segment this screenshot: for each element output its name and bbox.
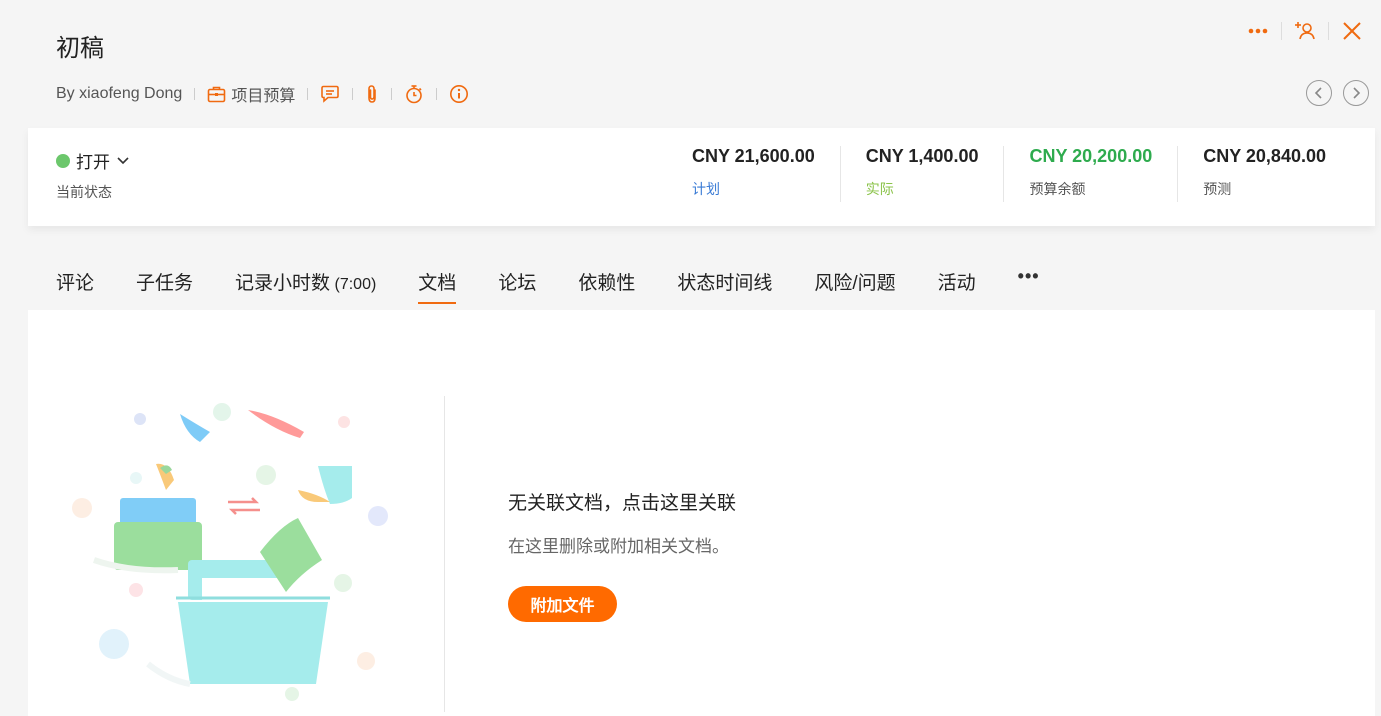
status-value: 打开 <box>76 153 110 172</box>
status-dropdown[interactable]: 打开 <box>56 148 130 173</box>
empty-state-description: 在这里删除或附加相关文档。 <box>508 537 729 556</box>
tab-hours-count: (7:00) <box>330 276 377 293</box>
metric-label: 实际 <box>865 181 894 197</box>
paperclip-icon <box>368 85 377 103</box>
tab-label: 依赖性 <box>578 273 636 294</box>
tab-risks-issues[interactable]: 风险/问题 <box>814 268 895 304</box>
tab-activity[interactable]: 活动 <box>938 268 976 304</box>
tab-label: 活动 <box>937 273 976 294</box>
metric-value: CNY 1,400.00 <box>865 146 979 166</box>
divider <box>352 88 354 100</box>
empty-state-title[interactable]: 无关联文档，点击这里关联 <box>508 488 736 515</box>
metric-forecast: CNY 20,840.00 预测 <box>1177 146 1351 202</box>
status-label: 当前状态 <box>56 184 112 200</box>
close-icon <box>1343 22 1361 40</box>
tab-subtasks[interactable]: 子任务 <box>136 268 193 304</box>
tab-logged-hours[interactable]: 记录小时数 (7:00) <box>235 268 376 304</box>
metric-value: CNY 21,600.00 <box>691 146 815 166</box>
info-button[interactable] <box>449 84 469 104</box>
documents-panel: 无关联文档，点击这里关联 在这里删除或附加相关文档。 附加文件 <box>28 310 1375 716</box>
page-title: 初稿 <box>56 35 104 62</box>
task-detail-panel: 初稿 By xiaofeng Dong 项目预算 打开 当前状态 CNY 21,… <box>0 0 1381 716</box>
tab-documents[interactable]: 文档 <box>418 268 457 304</box>
tab-forum[interactable]: 论坛 <box>498 268 536 304</box>
divider <box>307 88 309 100</box>
comment-icon <box>321 85 340 103</box>
attachment-button[interactable] <box>365 84 379 104</box>
next-button[interactable] <box>1343 80 1369 106</box>
info-icon <box>450 85 469 103</box>
divider <box>1328 22 1329 40</box>
divider <box>436 88 438 100</box>
metric-remaining: CNY 20,200.00 预算余额 <box>1003 146 1177 202</box>
tab-status-timeline[interactable]: 状态时间线 <box>677 268 772 304</box>
metric-label: 预算余额 <box>1029 181 1086 197</box>
assign-user-button[interactable] <box>1292 18 1318 44</box>
meta-bar: By xiaofeng Dong 项目预算 <box>56 82 469 106</box>
tab-dependencies[interactable]: 依赖性 <box>578 268 635 304</box>
previous-button[interactable] <box>1306 80 1332 106</box>
timer-button[interactable] <box>404 84 424 104</box>
budget-metrics: CNY 21,600.00 计划 CNY 1,400.00 实际 CNY 20,… <box>667 146 1351 202</box>
comment-button[interactable] <box>320 85 340 103</box>
tab-label: 文档 <box>418 273 457 294</box>
author-text: By xiaofeng Dong <box>56 85 183 102</box>
chevron-down-icon <box>117 156 129 164</box>
metric-actual: CNY 1,400.00 实际 <box>839 146 1004 202</box>
metric-label: 预测 <box>1203 181 1232 197</box>
divider <box>1281 22 1282 40</box>
tab-label: 风险/问题 <box>814 273 896 294</box>
tab-label: 记录小时数 <box>235 273 331 294</box>
tab-label: 评论 <box>56 273 95 294</box>
top-actions <box>1245 18 1365 44</box>
status-card: 打开 当前状态 CNY 21,600.00 计划 CNY 1,400.00 实际… <box>28 128 1375 226</box>
tab-label: 论坛 <box>498 273 537 294</box>
tab-label: 子任务 <box>136 273 194 294</box>
briefcase-icon <box>208 86 226 103</box>
project-name: 项目预算 <box>231 88 296 105</box>
more-options-button[interactable] <box>1245 18 1271 44</box>
divider <box>391 88 393 100</box>
metric-value: CNY 20,840.00 <box>1203 146 1326 166</box>
tab-label: 状态时间线 <box>677 273 773 294</box>
tab-comments[interactable]: 评论 <box>56 268 94 304</box>
divider <box>194 88 196 100</box>
divider <box>444 396 445 712</box>
metric-label: 计划 <box>691 181 720 197</box>
more-horizontal-icon <box>1248 28 1268 34</box>
metric-value: CNY 20,200.00 <box>1029 146 1153 166</box>
chevron-right-icon <box>1353 87 1361 99</box>
status-dot <box>56 153 70 168</box>
metric-planned: CNY 21,600.00 计划 <box>667 146 840 202</box>
add-user-icon <box>1295 22 1315 40</box>
tabs-more-button[interactable]: ••• <box>1018 266 1040 287</box>
stopwatch-icon <box>406 85 423 104</box>
attach-file-button[interactable]: 附加文件 <box>508 586 617 622</box>
record-navigation <box>1306 80 1369 106</box>
tab-bar: 评论 子任务 记录小时数 (7:00) 文档 论坛 依赖性 状态时间线 风险/问… <box>56 266 1040 308</box>
empty-folder-illustration <box>72 403 388 701</box>
project-link[interactable]: 项目预算 <box>207 82 295 106</box>
chevron-left-icon <box>1314 87 1322 99</box>
close-button[interactable] <box>1339 18 1365 44</box>
